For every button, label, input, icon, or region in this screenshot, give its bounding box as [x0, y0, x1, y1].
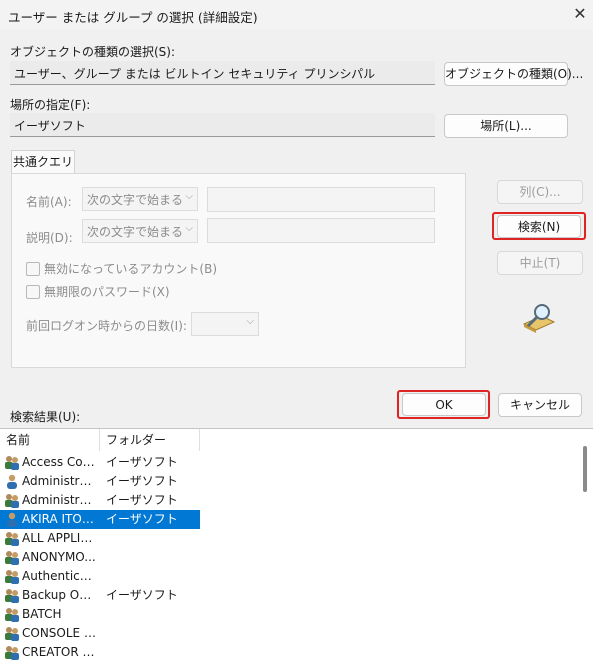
row-name: ANONYMO... — [22, 550, 96, 564]
row-folder: イーザソフト — [106, 512, 178, 526]
row-name: ALL APPLIC... — [22, 531, 96, 545]
table-row[interactable]: Administrat... イーザソフト — [0, 491, 200, 510]
user-icon — [4, 512, 20, 527]
row-name: Access Cont... — [22, 455, 96, 469]
chevron-down-icon: ⌵ — [246, 316, 254, 327]
table-row[interactable]: CONSOLE L... — [0, 624, 200, 643]
object-types-button[interactable]: オブジェクトの種類(O)... — [444, 62, 583, 86]
stop-button[interactable]: 中止(T) — [497, 251, 583, 275]
days-since-logon-combo[interactable]: ⌵ — [191, 312, 259, 336]
description-match-combo[interactable]: 次の文字で始まる ⌵ — [82, 219, 198, 243]
table-row[interactable]: BATCH — [0, 605, 200, 624]
search-results-label: 検索結果(U): — [10, 410, 81, 424]
table-row[interactable]: ALL APPLIC... — [0, 529, 200, 548]
description-match-value: 次の文字で始まる — [87, 225, 184, 239]
group-icon — [4, 569, 20, 584]
table-row[interactable]: Administrator イーザソフト — [0, 472, 200, 491]
row-folder: イーザソフト — [106, 588, 178, 602]
chevron-down-icon: ⌵ — [185, 191, 193, 202]
name-label: 名前(A): — [26, 195, 72, 209]
non-expiring-password-checkbox[interactable]: 無期限のパスワード(X) — [26, 283, 170, 300]
table-row[interactable]: Authenticat... — [0, 567, 200, 586]
name-input[interactable] — [207, 187, 435, 212]
row-name: CREATOR G... — [22, 645, 96, 659]
group-icon — [4, 626, 20, 641]
columns-button[interactable]: 列(C)... — [497, 180, 583, 204]
column-header-folder[interactable]: フォルダー — [100, 429, 200, 451]
group-icon — [4, 607, 20, 622]
tab-common-queries[interactable]: 共通クエリ — [11, 150, 75, 174]
table-row[interactable]: CREATOR G... — [0, 643, 200, 662]
table-row[interactable]: AKIRA ITOU ... イーザソフト — [0, 510, 200, 529]
group-icon — [4, 531, 20, 546]
name-match-value: 次の文字で始まる — [87, 193, 184, 207]
table-row[interactable]: Backup Ope... イーザソフト — [0, 586, 200, 605]
ok-button[interactable]: OK — [402, 393, 486, 416]
group-icon — [4, 455, 20, 470]
checkbox-box — [26, 261, 40, 276]
row-name: AKIRA ITOU ... — [22, 512, 96, 526]
row-name: Authenticat... — [22, 569, 96, 583]
cancel-button[interactable]: キャンセル — [498, 393, 582, 417]
scrollbar-thumb[interactable] — [583, 446, 587, 492]
checkbox-box — [26, 284, 40, 299]
close-icon[interactable]: ✕ — [570, 4, 590, 24]
row-name: Administrator — [22, 474, 96, 488]
chevron-down-icon: ⌵ — [185, 223, 193, 234]
description-label: 説明(D): — [26, 231, 73, 245]
column-header-name[interactable]: 名前 — [0, 429, 100, 451]
table-row[interactable]: Access Cont... イーザソフト — [0, 453, 200, 472]
group-icon — [4, 493, 20, 508]
row-name: BATCH — [22, 607, 62, 621]
user-icon — [4, 474, 20, 489]
row-folder: イーザソフト — [106, 455, 178, 469]
results-scrollbar[interactable] — [580, 440, 590, 660]
location-label: 場所の指定(F): — [10, 98, 91, 112]
name-match-combo[interactable]: 次の文字で始まる ⌵ — [82, 187, 198, 211]
table-row[interactable]: ANONYMO... — [0, 548, 200, 567]
search-animation-icon — [522, 304, 556, 333]
row-name: Backup Ope... — [22, 588, 96, 602]
disabled-accounts-label: 無効になっているアカウント(B) — [44, 262, 217, 276]
search-button[interactable]: 検索(N) — [497, 215, 581, 238]
disabled-accounts-checkbox[interactable]: 無効になっているアカウント(B) — [26, 260, 217, 277]
row-name: CONSOLE L... — [22, 626, 96, 640]
object-type-field: ユーザー、グループ または ビルトイン セキュリティ プリンシパル — [10, 61, 435, 85]
days-since-logon-label: 前回ログオン時からの日数(I): — [26, 319, 187, 333]
object-type-label: オブジェクトの種類の選択(S): — [10, 45, 176, 59]
description-input[interactable] — [207, 218, 435, 243]
group-icon — [4, 645, 20, 660]
location-field: イーザソフト — [10, 113, 435, 137]
row-folder: イーザソフト — [106, 474, 178, 488]
row-name: Administrat... — [22, 493, 96, 507]
window-title: ユーザー または グループ の選択 (詳細設定) — [8, 10, 258, 25]
locations-button[interactable]: 場所(L)... — [444, 114, 568, 138]
group-icon — [4, 588, 20, 603]
non-expiring-password-label: 無期限のパスワード(X) — [44, 285, 170, 299]
row-folder: イーザソフト — [106, 493, 178, 507]
search-results-list[interactable]: 名前 フォルダー Access Cont...イーザソフトAdministrat… — [0, 428, 593, 668]
group-icon — [4, 550, 20, 565]
